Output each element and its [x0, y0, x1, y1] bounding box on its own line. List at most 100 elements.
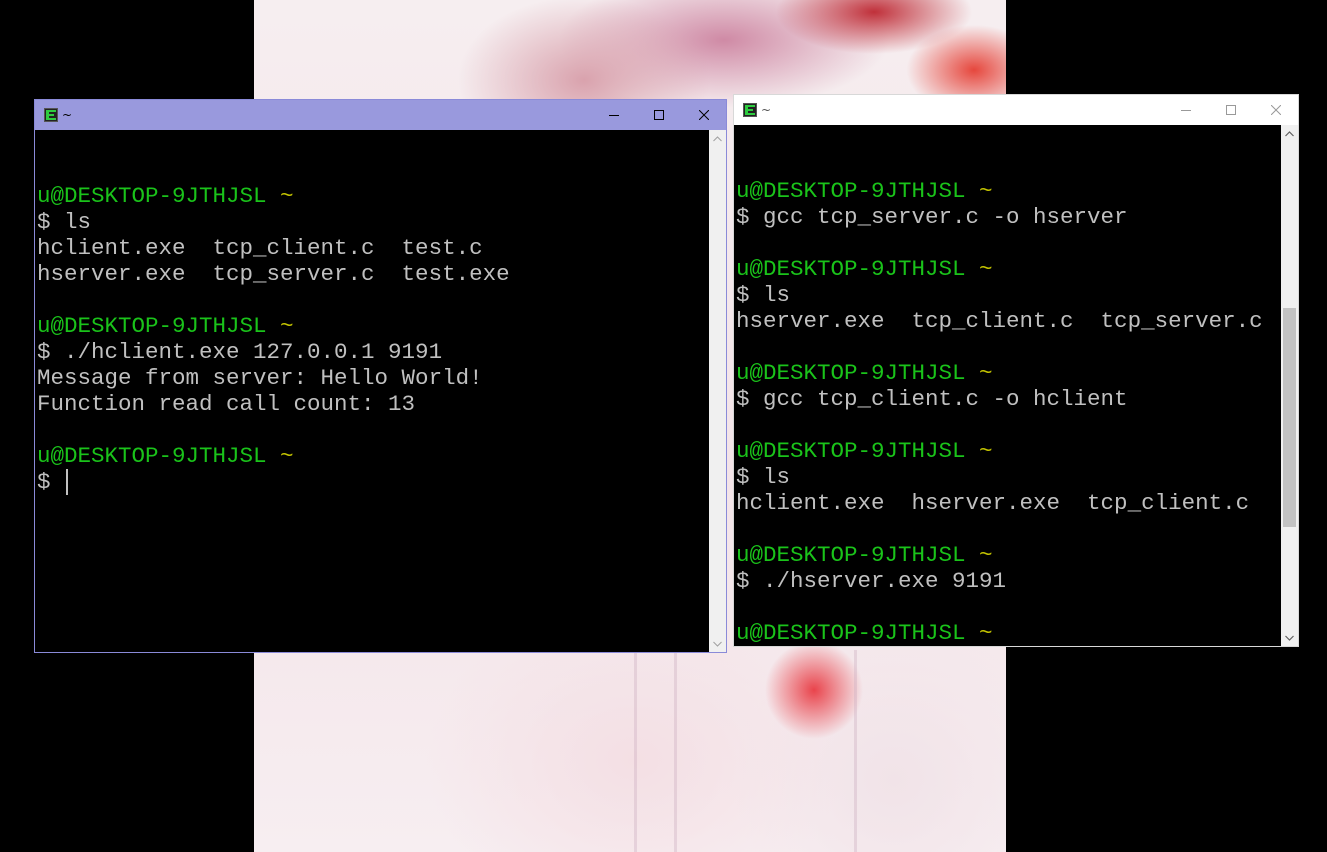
prompt-cwd: ~ [266, 443, 294, 469]
prompt-symbol: $ [37, 469, 65, 495]
output-text: $ gcc tcp_server.c -o hserver [736, 204, 1128, 230]
prompt-cwd: ~ [266, 313, 294, 339]
terminal-output[interactable]: u@DESKTOP-9JTHJSL ~ $ gcc tcp_server.c -o… [734, 125, 1281, 646]
terminal-line: hserver.exe tcp_client.c tcp_server.c [736, 308, 1263, 334]
terminal-line: $ ./hclient.exe 127.0.0.1 9191 [37, 339, 510, 365]
vertical-scrollbar[interactable] [1281, 125, 1298, 646]
minimize-button[interactable] [1163, 95, 1208, 125]
output-text: hclient.exe hserver.exe tcp_client.c [736, 490, 1250, 516]
prompt-user-host: u@DESKTOP-9JTHJSL [37, 183, 267, 209]
output-text: $ ls [37, 209, 92, 235]
chevron-up-icon [713, 135, 722, 141]
scroll-up-button[interactable] [709, 130, 726, 147]
terminal-line: hclient.exe tcp_client.c test.c [37, 235, 510, 261]
terminal-line: u@DESKTOP-9JTHJSL ~ [37, 183, 510, 209]
terminal-window-client[interactable]: ~ u@DESKTOP-9JTHJSL ~ $ ls hclient.exe tcp… [34, 99, 727, 653]
output-text: hserver.exe tcp_client.c tcp_server.c [736, 308, 1263, 334]
prompt-user-host: u@DESKTOP-9JTHJSL [37, 443, 267, 469]
prompt-cwd: ~ [965, 178, 993, 204]
minimize-icon [608, 115, 619, 116]
prompt-cwd: ~ [965, 256, 993, 282]
terminal-line: Message from server: Hello World! [37, 365, 510, 391]
close-icon [698, 110, 709, 120]
prompt-cwd: ~ [965, 438, 993, 464]
window-title: ~ [62, 108, 73, 122]
close-button[interactable] [681, 100, 726, 130]
title-bar[interactable]: ~ [734, 95, 1298, 125]
minimize-icon [1180, 110, 1191, 111]
prompt-user-host: u@DESKTOP-9JTHJSL [736, 178, 966, 204]
maximize-button[interactable] [636, 100, 681, 130]
window-title: ~ [761, 103, 772, 117]
terminal-line: Function read call count: 13 [37, 391, 510, 417]
prompt-cwd: ~ [965, 620, 993, 646]
terminal-line: u@DESKTOP-9JTHJSL ~ [37, 313, 510, 339]
scrollbar-thumb[interactable] [1283, 308, 1296, 527]
output-text: hclient.exe tcp_client.c test.c [37, 235, 483, 261]
terminal-line: $ ls [736, 282, 1263, 308]
minimize-button[interactable] [591, 100, 636, 130]
close-icon [1270, 105, 1281, 115]
terminal-line: $ ls [736, 464, 1263, 490]
prompt-user-host: u@DESKTOP-9JTHJSL [736, 542, 966, 568]
maximize-button[interactable] [1208, 95, 1253, 125]
output-text: $ ./hclient.exe 127.0.0.1 9191 [37, 339, 443, 365]
wallpaper-stripe [634, 650, 637, 852]
output-text: $ ./hserver.exe 9191 [736, 568, 1007, 594]
prompt-cwd: ~ [266, 183, 294, 209]
output-text: Function read call count: 13 [37, 391, 416, 417]
prompt-user-host: u@DESKTOP-9JTHJSL [736, 256, 966, 282]
terminal-lines: u@DESKTOP-9JTHJSL ~ $ gcc tcp_server.c -o… [736, 152, 1263, 646]
terminal-line: u@DESKTOP-9JTHJSL ~ [736, 542, 1263, 568]
scroll-down-button[interactable] [709, 635, 726, 652]
prompt-user-host: u@DESKTOP-9JTHJSL [736, 360, 966, 386]
output-text: Message from server: Hello World! [37, 365, 483, 391]
active-prompt-line[interactable]: $ [37, 469, 510, 495]
terminal-line: u@DESKTOP-9JTHJSL ~ [736, 438, 1263, 464]
terminal-line: u@DESKTOP-9JTHJSL ~ [37, 443, 510, 469]
mintty-terminal-icon[interactable] [743, 103, 757, 117]
output-text: $ gcc tcp_client.c -o hclient [736, 386, 1128, 412]
maximize-icon [653, 110, 664, 120]
mintty-terminal-icon[interactable] [44, 108, 58, 122]
chevron-up-icon [1285, 130, 1294, 136]
scroll-up-button[interactable] [1281, 125, 1298, 142]
close-button[interactable] [1253, 95, 1298, 125]
desktop: ~ u@DESKTOP-9JTHJSL ~ $ ls hclient.exe tcp… [0, 0, 1327, 852]
terminal-lines: u@DESKTOP-9JTHJSL ~ $ ls hclient.exe tcp_c… [37, 157, 510, 495]
prompt-user-host: u@DESKTOP-9JTHJSL [736, 620, 966, 646]
terminal-line: u@DESKTOP-9JTHJSL ~ [736, 256, 1263, 282]
scroll-down-button[interactable] [1281, 629, 1298, 646]
prompt-cwd: ~ [965, 360, 993, 386]
chevron-down-icon [713, 641, 722, 647]
terminal-line: $ gcc tcp_client.c -o hclient [736, 386, 1263, 412]
terminal-line: $ gcc tcp_server.c -o hserver [736, 204, 1263, 230]
terminal-line: hserver.exe tcp_server.c test.exe [37, 261, 510, 287]
prompt-user-host: u@DESKTOP-9JTHJSL [37, 313, 267, 339]
terminal-output[interactable]: u@DESKTOP-9JTHJSL ~ $ ls hclient.exe tcp_c… [35, 130, 709, 652]
prompt-cwd: ~ [965, 542, 993, 568]
prompt-user-host: u@DESKTOP-9JTHJSL [736, 438, 966, 464]
title-bar[interactable]: ~ [35, 100, 726, 130]
terminal-window-server[interactable]: ~ u@DESKTOP-9JTHJSL ~ $ gcc tcp_server.c … [733, 94, 1299, 647]
terminal-line: u@DESKTOP-9JTHJSL ~ [736, 360, 1263, 386]
vertical-scrollbar[interactable] [709, 130, 726, 652]
terminal-line: $ ./hserver.exe 9191 [736, 568, 1263, 594]
terminal-line: hclient.exe hserver.exe tcp_client.c [736, 490, 1263, 516]
output-text: hserver.exe tcp_server.c test.exe [37, 261, 510, 287]
terminal-line: u@DESKTOP-9JTHJSL ~ [736, 178, 1263, 204]
wallpaper-stripe [674, 650, 677, 852]
terminal-line: u@DESKTOP-9JTHJSL ~ [736, 620, 1263, 646]
wallpaper-stripe [854, 650, 857, 852]
text-cursor [66, 469, 69, 495]
output-text: $ ls [736, 464, 791, 490]
